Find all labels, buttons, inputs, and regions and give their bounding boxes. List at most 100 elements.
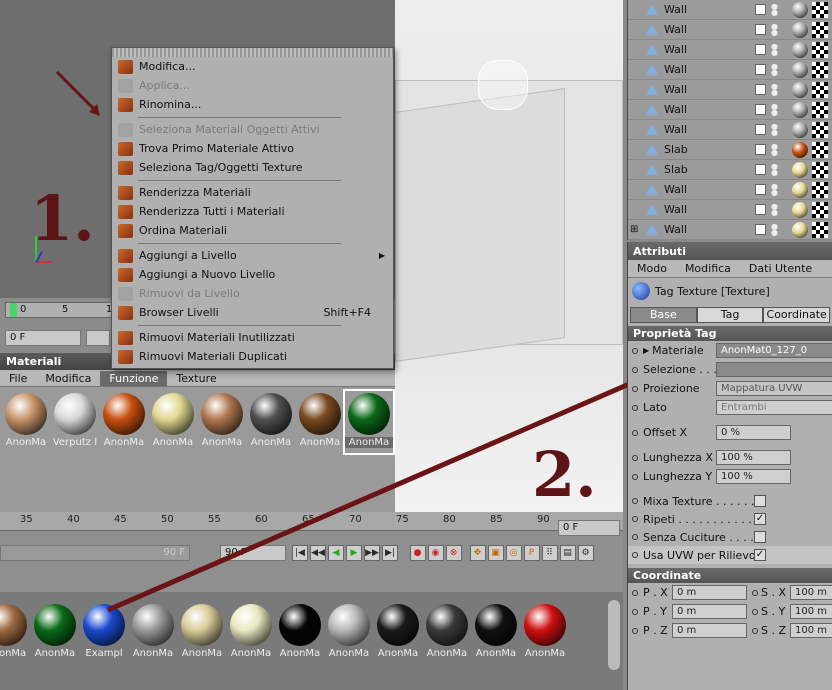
anim-bullet[interactable]	[632, 347, 638, 354]
anim-bullet[interactable]	[632, 404, 638, 411]
menu-item[interactable]: Rimuovi Materiali Duplicati	[112, 347, 393, 366]
lunghezza-x-field[interactable]: 100 %	[716, 450, 791, 465]
texture-tag-icon[interactable]	[792, 61, 808, 78]
material-thumbnail[interactable]: AnonMa	[2, 391, 50, 453]
visibility-dots-icon[interactable]: ● ●	[771, 222, 778, 236]
visibility-dots-icon[interactable]: ● ●	[771, 62, 778, 76]
anim-bullet[interactable]	[632, 498, 638, 504]
menu-dati-utente[interactable]: Dati Utente	[740, 261, 821, 276]
anim-bullet[interactable]	[632, 516, 638, 522]
object-row[interactable]: Wall ● ●	[628, 120, 832, 140]
materiale-field[interactable]: AnonMat0_127_0	[716, 343, 832, 358]
grid-icon[interactable]: ⠿	[541, 545, 558, 561]
end-frame-field[interactable]: 90 F	[220, 545, 286, 561]
py-field[interactable]: 0 m	[672, 604, 747, 619]
object-row[interactable]: Wall ● ●	[628, 40, 832, 60]
record-icon[interactable]: ●	[409, 545, 426, 561]
layer-checkbox[interactable]	[755, 24, 766, 35]
layer-checkbox[interactable]	[755, 164, 766, 175]
object-row[interactable]: Wall ● ●	[628, 100, 832, 120]
frame-field-2[interactable]	[86, 330, 110, 346]
texture-tag-icon[interactable]	[792, 81, 808, 98]
object-row[interactable]: Wall ● ●	[628, 60, 832, 80]
time-ruler-bottom[interactable]: 35 40 45 50 55 60 65 70 75 80 85 90	[0, 512, 623, 531]
anim-bullet[interactable]	[632, 608, 638, 615]
time-ruler[interactable]: 0 5 1	[5, 302, 115, 318]
visibility-dots-icon[interactable]: ● ●	[771, 202, 778, 216]
texture-tag-icon[interactable]	[792, 181, 808, 198]
menu-modifica[interactable]: Modifica	[36, 371, 100, 386]
autokey-icon[interactable]: ◉	[427, 545, 444, 561]
layer-checkbox[interactable]	[755, 44, 766, 55]
anim-bullet[interactable]	[752, 627, 758, 634]
menu-item[interactable]: Aggiungi a Livello ▶	[112, 246, 393, 265]
anim-bullet[interactable]	[632, 366, 638, 373]
visibility-dots-icon[interactable]: ● ●	[771, 102, 778, 116]
uvw-tag-icon[interactable]	[812, 161, 828, 178]
visibility-dots-icon[interactable]: ● ●	[771, 42, 778, 56]
uvw-tag-icon[interactable]	[812, 201, 828, 218]
layer-checkbox[interactable]	[755, 4, 766, 15]
object-row[interactable]: Wall ● ●	[628, 80, 832, 100]
material-thumbnail[interactable]: Exampl	[80, 602, 128, 664]
material-thumbnail[interactable]: AnonMa	[374, 602, 422, 664]
uvw-tag-icon[interactable]	[812, 1, 828, 18]
material-thumbnail[interactable]: AnonMa	[0, 602, 30, 664]
visibility-dots-icon[interactable]: ● ●	[771, 22, 778, 36]
ripeti-checkbox[interactable]: ✓	[754, 513, 766, 525]
selezione-field[interactable]	[716, 362, 832, 377]
material-thumbnail[interactable]: AnonMa	[296, 391, 344, 453]
frame-field[interactable]: 0 F	[5, 330, 81, 346]
next-key-icon[interactable]: ▶▶	[364, 545, 380, 561]
lato-select[interactable]: Entrambi	[716, 400, 832, 415]
layer-checkbox[interactable]	[755, 184, 766, 195]
uvw-tag-icon[interactable]	[812, 221, 828, 238]
layer-checkbox[interactable]	[755, 84, 766, 95]
material-thumbnail[interactable]: Verputz I	[51, 391, 99, 453]
prev-key-icon[interactable]: ◀◀	[310, 545, 326, 561]
expand-icon[interactable]: ⊞	[630, 224, 638, 235]
visibility-dots-icon[interactable]: ● ●	[771, 82, 778, 96]
uvw-tag-icon[interactable]	[812, 101, 828, 118]
visibility-dots-icon[interactable]: ● ●	[771, 182, 778, 196]
pz-field[interactable]: 0 m	[672, 623, 747, 638]
expand-icon[interactable]: ▶	[643, 346, 649, 355]
material-thumbnail[interactable]: AnonMa	[343, 389, 395, 455]
material-thumbnail[interactable]: AnonMa	[247, 391, 295, 453]
uvw-tag-icon[interactable]	[812, 141, 828, 158]
cuciture-checkbox[interactable]	[754, 531, 766, 543]
play-icon[interactable]: ▶	[346, 545, 362, 561]
sx-field[interactable]: 100 m	[790, 585, 832, 600]
uvw-tag-icon[interactable]	[812, 21, 828, 38]
layer-checkbox[interactable]	[755, 204, 766, 215]
menu-item[interactable]: Trova Primo Materiale Attivo	[112, 139, 393, 158]
texture-tag-icon[interactable]	[792, 161, 808, 178]
menu-grip[interactable]	[112, 48, 393, 57]
play-back-icon[interactable]: ◀	[328, 545, 344, 561]
menu-item[interactable]: Seleziona Materiali Oggetti Attivi	[112, 120, 393, 139]
menu-item[interactable]: Seleziona Tag/Oggetti Texture	[112, 158, 393, 177]
menu-item[interactable]: Rimuovi Materiali Inutilizzati	[112, 328, 393, 347]
texture-tag-icon[interactable]	[792, 201, 808, 218]
object-row[interactable]: Wall ● ●	[628, 0, 832, 20]
rot-icon[interactable]: ◎	[505, 545, 522, 561]
object-row[interactable]: Wall ● ●	[628, 20, 832, 40]
material-thumbnail[interactable]: AnonMa	[198, 391, 246, 453]
uvw-tag-icon[interactable]	[812, 41, 828, 58]
lunghezza-y-field[interactable]: 100 %	[716, 469, 791, 484]
texture-tag-icon[interactable]	[792, 41, 808, 58]
px-field[interactable]: 0 m	[672, 585, 747, 600]
anim-bullet[interactable]	[632, 589, 638, 596]
visibility-dots-icon[interactable]: ● ●	[771, 162, 778, 176]
visibility-dots-icon[interactable]: ● ●	[771, 122, 778, 136]
object-row[interactable]: Slab ● ●	[628, 140, 832, 160]
material-thumbnail[interactable]: AnonMa	[423, 602, 471, 664]
texture-tag-icon[interactable]	[792, 121, 808, 138]
texture-tag-icon[interactable]	[792, 1, 808, 18]
anim-bullet[interactable]	[632, 552, 638, 558]
uvw-tag-icon[interactable]	[812, 81, 828, 98]
param-icon[interactable]: P	[523, 545, 540, 561]
layer-checkbox[interactable]	[755, 224, 766, 235]
menu-item[interactable]: Renderizza Tutti i Materiali	[112, 202, 393, 221]
menu-texture[interactable]: Texture	[167, 371, 225, 386]
